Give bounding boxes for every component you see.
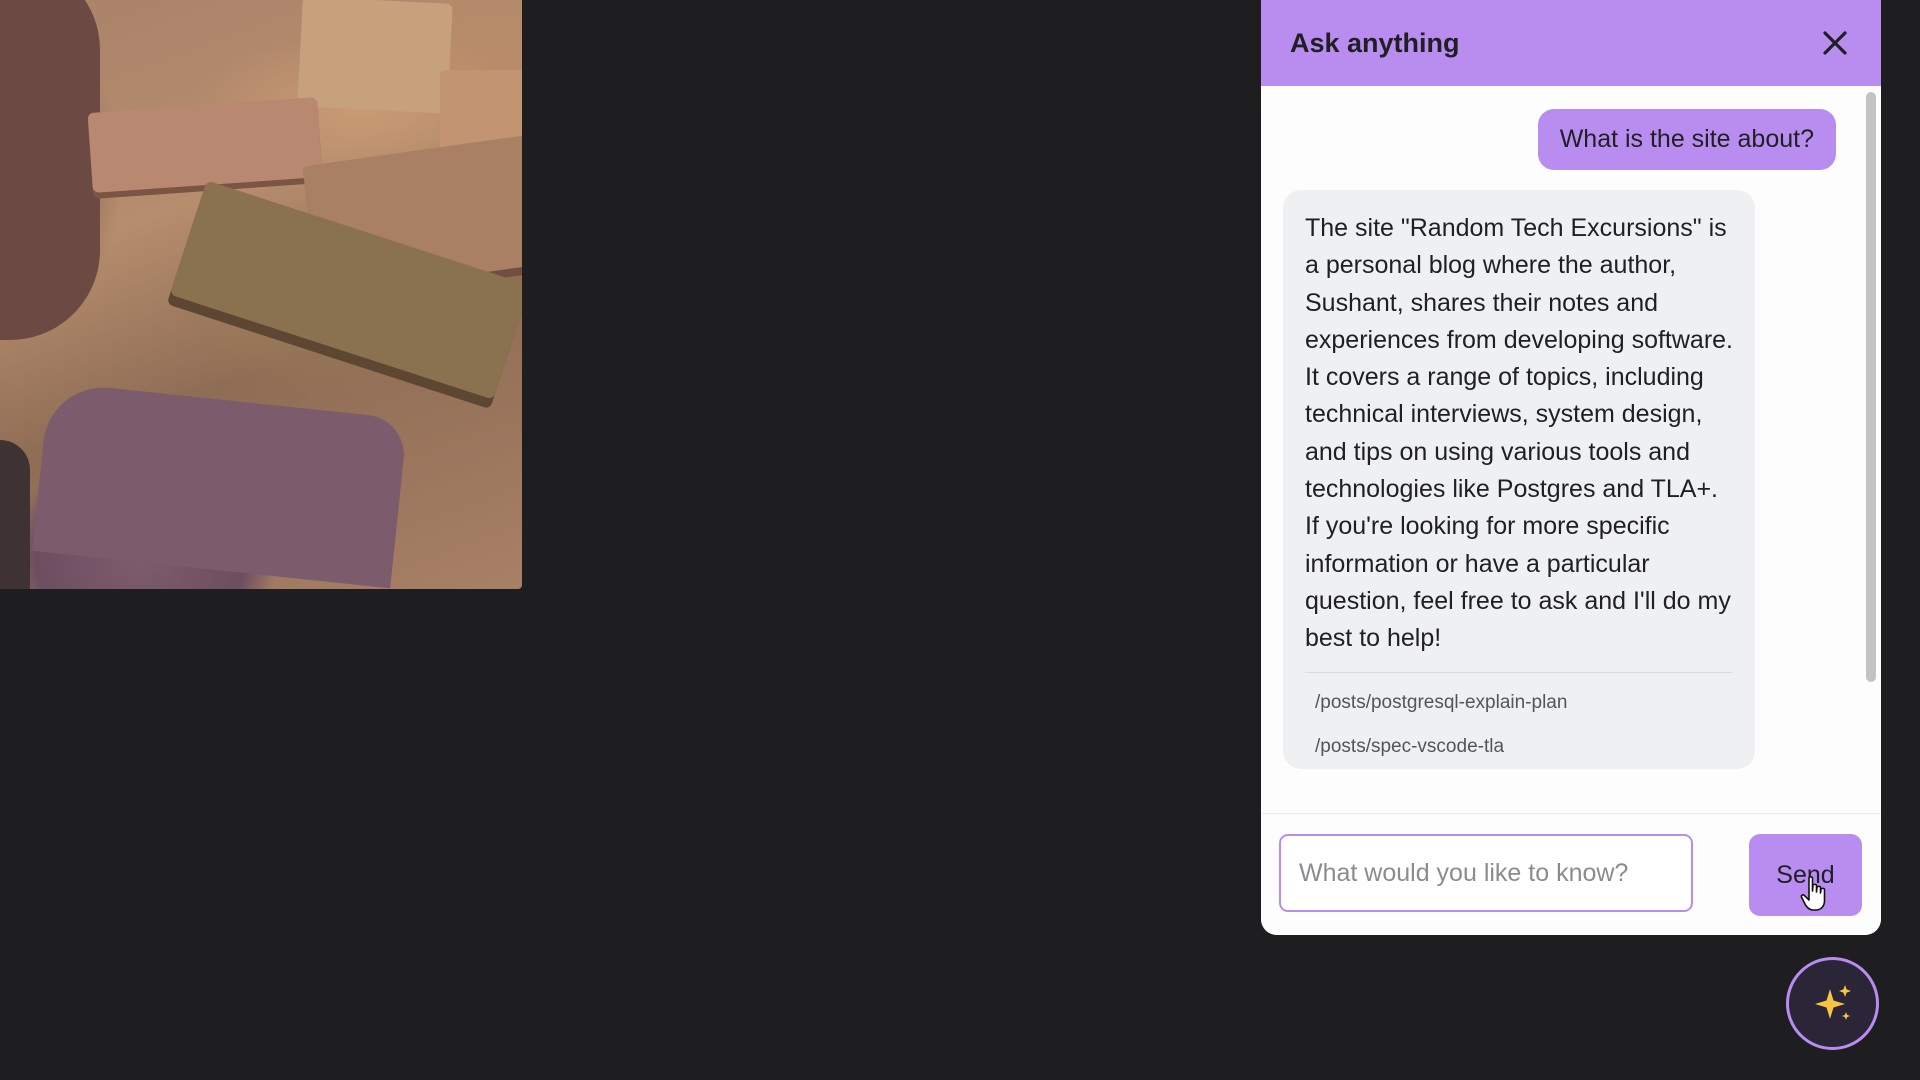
message-composer: Send [1261,813,1881,935]
chat-launcher-button[interactable] [1786,957,1879,1050]
user-message: What is the site about? [1537,109,1836,170]
photo-slab [32,381,408,589]
source-link[interactable]: /posts/spec-vscode-tla [1305,725,1733,769]
photo-slab [87,97,323,193]
assistant-message-text: The site "Random Tech Excursions" is a p… [1305,214,1734,653]
chat-panel: Ask anything What is the site about? The… [1261,0,1881,935]
source-link[interactable]: /posts/postgresql-explain-plan [1305,681,1733,725]
photo-rock [0,0,100,340]
source-links: /posts/postgresql-explain-plan /posts/sp… [1305,671,1733,769]
assistant-message: The site "Random Tech Excursions" is a p… [1283,190,1755,769]
scrollbar-thumb[interactable] [1866,92,1876,682]
photo-slab [297,0,453,114]
close-button[interactable] [1815,23,1855,63]
photo-rock [0,440,30,589]
hand-pointer-icon [1800,876,1826,911]
sparkles-icon [1814,984,1851,1020]
chat-title: Ask anything [1290,27,1460,58]
close-icon [1823,31,1847,55]
background-photo [0,0,522,589]
message-list[interactable]: What is the site about? The site "Random… [1261,86,1863,813]
chat-header: Ask anything [1261,0,1881,86]
question-input[interactable] [1279,834,1693,912]
